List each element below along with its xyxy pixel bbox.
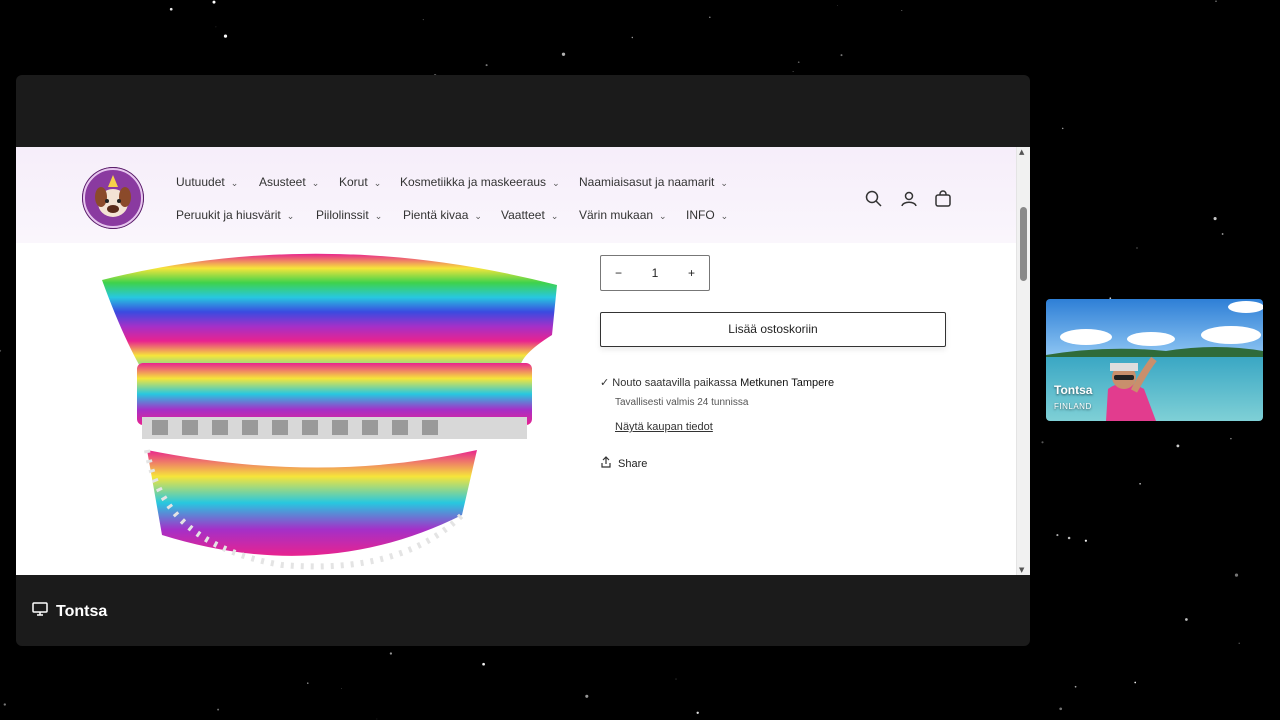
star bbox=[482, 662, 485, 666]
pickup-store-name: Metkunen Tampere bbox=[740, 377, 835, 389]
star bbox=[1061, 127, 1064, 130]
quantity-value[interactable]: 1 bbox=[652, 266, 659, 280]
scroll-up-icon[interactable]: ▲ bbox=[1019, 148, 1024, 156]
chevron-down-icon: ⌄ bbox=[720, 211, 729, 221]
star bbox=[1230, 437, 1232, 440]
chevron-down-icon: ⌄ bbox=[720, 178, 728, 188]
star bbox=[1041, 441, 1044, 444]
add-to-cart-button[interactable]: Lisää ostoskoriin bbox=[600, 312, 946, 347]
screen-share-label: Tontsa bbox=[32, 602, 107, 621]
star bbox=[840, 54, 843, 57]
star bbox=[307, 682, 309, 684]
quantity-stepper[interactable]: − 1 + bbox=[600, 255, 710, 291]
star bbox=[696, 711, 699, 714]
monitor-icon bbox=[32, 602, 48, 621]
star bbox=[485, 64, 488, 67]
star bbox=[422, 19, 424, 21]
nav-item-peruukit[interactable]: Peruukit ja hiusvärit ⌄ bbox=[176, 208, 294, 222]
nav-item-naamiaisasut[interactable]: Naamiaisasut ja naamarit ⌄ bbox=[579, 175, 728, 189]
star bbox=[1134, 681, 1137, 684]
star bbox=[223, 34, 228, 38]
webcam-participant-country: FINLAND bbox=[1054, 402, 1092, 411]
product-image-rainbow-cap[interactable] bbox=[82, 245, 562, 575]
star bbox=[215, 26, 217, 28]
nav-item-piilolinssit[interactable]: Piilolinssit ⌄ bbox=[316, 208, 382, 222]
chevron-down-icon: ⌄ bbox=[552, 178, 560, 188]
quantity-decrease-button[interactable]: − bbox=[615, 266, 622, 280]
star bbox=[1176, 444, 1180, 448]
share-icon bbox=[600, 456, 612, 471]
star bbox=[3, 703, 6, 706]
chevron-down-icon: ⌄ bbox=[373, 178, 382, 188]
share-button[interactable]: Share bbox=[600, 456, 647, 471]
chevron-down-icon: ⌄ bbox=[474, 211, 482, 221]
star bbox=[561, 52, 566, 56]
site-header: Uutuudet ⌄ Asusteet ⌄ Korut ⌄ Kosmetiikka j… bbox=[16, 147, 1017, 243]
chevron-down-icon: ⌄ bbox=[659, 211, 667, 221]
star bbox=[1084, 539, 1087, 542]
store-logo[interactable] bbox=[82, 167, 144, 229]
pickup-availability: ✓ Nouto saatavilla paikassa Metkunen Tam… bbox=[600, 377, 835, 389]
nav-item-kosmetiikka[interactable]: Kosmetiikka ja maskeeraus ⌄ bbox=[400, 175, 560, 189]
nav-item-pienta-kivaa[interactable]: Pientä kivaa ⌄ bbox=[403, 208, 482, 222]
quantity-increase-button[interactable]: + bbox=[688, 266, 695, 280]
nav-item-korut[interactable]: Korut ⌄ bbox=[339, 175, 381, 189]
star bbox=[631, 36, 633, 39]
star bbox=[341, 688, 342, 689]
star bbox=[901, 10, 903, 11]
chevron-down-icon: ⌄ bbox=[286, 211, 295, 221]
star bbox=[792, 71, 794, 73]
star bbox=[389, 652, 393, 655]
webcam-tile: Tontsa FINLAND bbox=[1046, 299, 1263, 421]
star bbox=[1234, 573, 1239, 577]
chevron-down-icon: ⌄ bbox=[311, 178, 320, 188]
chevron-down-icon: ⌄ bbox=[550, 211, 559, 221]
nav-item-varin-mukaan[interactable]: Värin mukaan ⌄ bbox=[579, 208, 667, 222]
account-icon[interactable] bbox=[899, 189, 919, 209]
screen-share-panel: Uutuudet ⌄ Asusteet ⌄ Korut ⌄ Kosmetiikka j… bbox=[16, 75, 1030, 646]
webcam-participant-name: Tontsa bbox=[1054, 383, 1093, 397]
star bbox=[1185, 618, 1188, 621]
star bbox=[1056, 534, 1059, 537]
nav-item-asusteet[interactable]: Asusteet ⌄ bbox=[259, 175, 319, 189]
star bbox=[1067, 536, 1071, 540]
pickup-time-note: Tavallisesti valmis 24 tunnissa bbox=[615, 397, 749, 408]
chevron-down-icon: ⌄ bbox=[230, 178, 239, 188]
star bbox=[212, 0, 216, 4]
search-icon[interactable] bbox=[864, 189, 884, 209]
star bbox=[217, 708, 220, 711]
nav-item-info[interactable]: INFO ⌄ bbox=[686, 208, 728, 222]
star bbox=[169, 7, 173, 11]
star bbox=[1215, 0, 1217, 3]
nav-item-uutuudet[interactable]: Uutuudet ⌄ bbox=[176, 175, 238, 189]
star bbox=[376, 718, 378, 720]
star bbox=[1221, 233, 1224, 235]
store-info-link[interactable]: Näytä kaupan tiedot bbox=[615, 421, 713, 433]
cart-icon[interactable] bbox=[933, 189, 953, 209]
scrollbar-thumb[interactable] bbox=[1020, 207, 1027, 281]
star bbox=[1213, 217, 1217, 221]
star bbox=[1074, 685, 1077, 688]
star bbox=[1059, 707, 1063, 711]
check-icon: ✓ bbox=[600, 377, 610, 389]
shared-browser-viewport: Uutuudet ⌄ Asusteet ⌄ Korut ⌄ Kosmetiikka j… bbox=[16, 147, 1030, 575]
page-scrollbar[interactable]: ▲ ▼ bbox=[1016, 147, 1030, 575]
star bbox=[1136, 247, 1138, 249]
star bbox=[0, 349, 2, 352]
nav-item-vaatteet[interactable]: Vaatteet ⌄ bbox=[501, 208, 558, 222]
star bbox=[797, 61, 800, 64]
star bbox=[585, 694, 589, 698]
star bbox=[1139, 483, 1141, 485]
star bbox=[709, 16, 711, 19]
star bbox=[837, 5, 839, 6]
scroll-down-icon[interactable]: ▼ bbox=[1019, 566, 1024, 574]
star bbox=[1238, 642, 1240, 644]
chevron-down-icon: ⌄ bbox=[374, 211, 383, 221]
star bbox=[675, 678, 677, 680]
